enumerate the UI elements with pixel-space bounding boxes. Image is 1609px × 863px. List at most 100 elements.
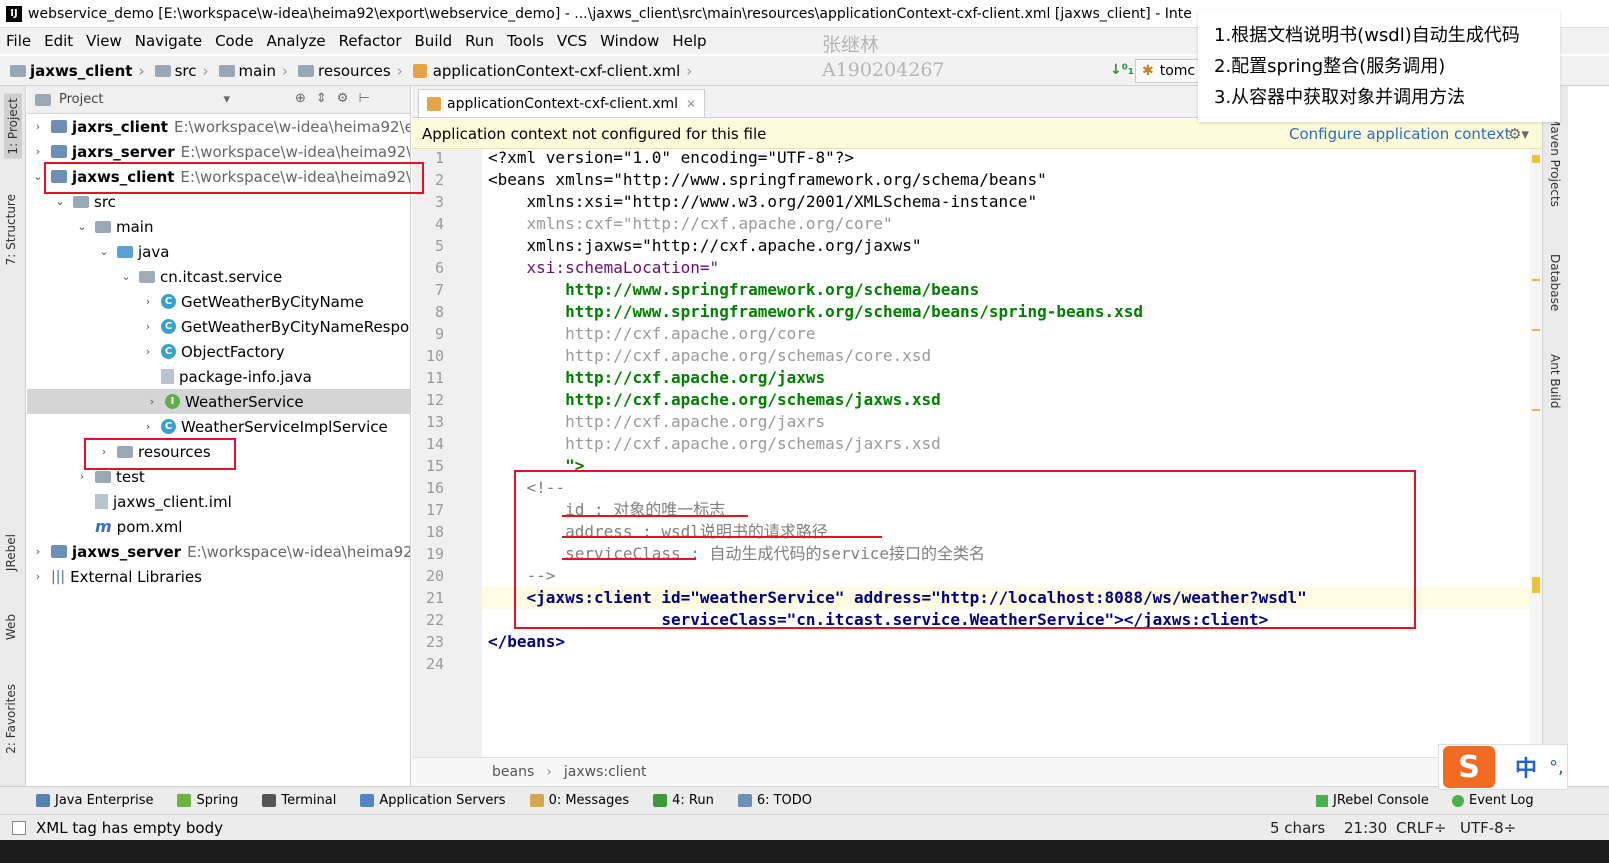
tool-application-servers[interactable]: Application Servers: [360, 793, 506, 808]
tool-terminal[interactable]: Terminal: [262, 793, 336, 808]
tool-run[interactable]: 4: Run: [653, 793, 714, 808]
status-toggle-icon[interactable]: [12, 820, 26, 835]
breadcrumb-beans[interactable]: beans: [492, 764, 534, 780]
note-1: 1.根据文档说明书(wsdl)自动生成代码: [1214, 25, 1520, 46]
tree-item-class[interactable]: › C ObjectFactory: [141, 339, 285, 364]
jrebel-icon: [1316, 794, 1328, 807]
tree-item-jaxws-server[interactable]: › jaxws_server E:\workspace\w-idea\heima92…: [31, 539, 410, 564]
project-icon: [35, 93, 51, 106]
chevron-down-icon[interactable]: ▾: [223, 92, 230, 107]
menu-analyze[interactable]: Analyze: [266, 32, 325, 50]
menu-window[interactable]: Window: [600, 32, 659, 50]
tree-item-file[interactable]: m pom.xml: [75, 514, 182, 539]
tab-maven-projects[interactable]: Maven Projects: [1548, 116, 1562, 207]
tab-database[interactable]: Database: [1548, 254, 1562, 311]
menu-build[interactable]: Build: [415, 32, 453, 50]
nav-crumb-module[interactable]: jaxws_client ›: [10, 62, 151, 80]
status-caret-position[interactable]: 21:30: [1344, 819, 1387, 837]
tree-item-class[interactable]: › C WeatherServiceImplService: [141, 414, 388, 439]
tree-item-package[interactable]: ⌄ cn.itcast.service: [119, 264, 282, 289]
tool-todo[interactable]: 6: TODO: [737, 793, 812, 808]
line-number: 21: [425, 589, 444, 607]
annotation-notes: 1.根据文档说明书(wsdl)自动生成代码 2.配置spring整合(服务调用)…: [1198, 10, 1560, 122]
tab-jrebel[interactable]: JRebel: [4, 534, 18, 571]
package-icon: [139, 270, 155, 283]
menu-refactor[interactable]: Refactor: [339, 32, 402, 50]
line-number: 7: [434, 281, 444, 299]
tree-item-jaxrs-client[interactable]: › jaxrs_client E:\workspace\w-idea\heima92…: [31, 114, 410, 139]
tool-windows-bar: Java Enterprise Spring Terminal Applicat…: [0, 786, 1609, 814]
note-2: 2.配置spring整合(服务调用): [1214, 56, 1446, 77]
underline-id: [562, 515, 748, 517]
line-number: 22: [425, 611, 444, 629]
menu-file[interactable]: File: [6, 32, 31, 50]
code-line: http://www.springframework.org/schema/be…: [488, 302, 1144, 321]
status-line-separator[interactable]: CRLF÷: [1396, 819, 1446, 837]
menu-edit[interactable]: Edit: [44, 32, 73, 50]
sort-icon[interactable]: ↓⁰₁: [1110, 62, 1134, 78]
tool-spring[interactable]: Spring: [177, 793, 238, 808]
gear-icon[interactable]: ⚙▾: [1508, 125, 1529, 143]
status-encoding[interactable]: UTF-8÷: [1460, 819, 1516, 837]
tool-jrebel-console[interactable]: JRebel Console: [1316, 793, 1429, 808]
line-number: 16: [425, 479, 444, 497]
tool-messages[interactable]: 0: Messages: [529, 793, 629, 808]
editor-scrollbar[interactable]: [1530, 149, 1542, 757]
project-header-label[interactable]: Project: [59, 92, 103, 107]
menu-help[interactable]: Help: [672, 32, 706, 50]
nav-crumb-main[interactable]: main ›: [218, 62, 294, 80]
menu-view[interactable]: View: [86, 32, 122, 50]
editor-tab-active[interactable]: applicationContext-cxf-client.xml ✕: [418, 89, 706, 117]
tool-java-enterprise[interactable]: Java Enterprise: [36, 793, 153, 808]
configure-context-link[interactable]: Configure application context: [1289, 125, 1511, 143]
code-editor[interactable]: <?xml version="1.0" encoding="UTF-8"?> <…: [482, 149, 1530, 757]
nav-crumb-file[interactable]: applicationContext-cxf-client.xml ›: [412, 62, 699, 80]
tab-web[interactable]: Web: [4, 614, 18, 640]
code-line: http://cxf.apache.org/jaxrs: [488, 412, 826, 431]
tree-item-file[interactable]: jaxws_client.iml: [75, 489, 232, 514]
ime-toolbar[interactable]: S 中 °,: [1438, 744, 1568, 790]
tree-item-interface-selected[interactable]: › I WeatherService: [27, 389, 410, 414]
menu-tools[interactable]: Tools: [507, 32, 544, 50]
tree-item-class[interactable]: › C GetWeatherByCityNameRespon: [141, 314, 410, 339]
taskbar-strip: [0, 840, 1609, 863]
tree-item-external-libraries[interactable]: › ||| External Libraries: [31, 564, 202, 589]
todo-icon: [737, 794, 752, 807]
tree-item-class[interactable]: › C GetWeatherByCityName: [141, 289, 364, 314]
tab-favorites[interactable]: 2: Favorites: [4, 684, 18, 754]
run-config-selector[interactable]: ✱ tomc: [1135, 59, 1203, 83]
close-icon[interactable]: ✕: [686, 97, 696, 111]
project-toolbar-icons[interactable]: ⊕⇕⚙⊢: [295, 91, 380, 106]
line-number: 20: [425, 567, 444, 585]
nav-crumb-src[interactable]: src ›: [154, 62, 215, 80]
menu-run[interactable]: Run: [465, 32, 494, 50]
line-number: 5: [434, 237, 444, 255]
tab-project[interactable]: 1: Project: [4, 94, 22, 159]
line-number: 4: [434, 215, 444, 233]
line-number: 17: [425, 501, 444, 519]
ime-punctuation-indicator[interactable]: °,: [1549, 757, 1564, 778]
tab-structure[interactable]: 7: Structure: [4, 194, 18, 265]
module-icon: [10, 64, 26, 77]
code-line: </beans>: [488, 632, 566, 651]
menu-code[interactable]: Code: [215, 32, 253, 50]
menu-vcs[interactable]: VCS: [557, 32, 587, 50]
left-tool-strip: 1: Project 7: Structure JRebel Web 2: Fa…: [0, 86, 26, 786]
tree-item-file[interactable]: package-info.java: [141, 364, 312, 389]
tab-ant-build[interactable]: Ant Build: [1548, 354, 1562, 408]
ime-language-indicator[interactable]: 中: [1515, 751, 1537, 783]
menu-navigate[interactable]: Navigate: [135, 32, 202, 50]
code-line: xmlns:jaxws="http://cxf.apache.org/jaxws…: [488, 236, 922, 255]
tree-item-java[interactable]: ⌄ java: [97, 239, 169, 264]
tree-item-main[interactable]: ⌄ main: [75, 214, 153, 239]
line-number: 8: [434, 303, 444, 321]
class-icon: C: [161, 319, 176, 334]
module-icon: [51, 120, 67, 133]
code-line: <beans xmlns="http://www.springframework…: [488, 170, 1047, 189]
editor-tab-label: applicationContext-cxf-client.xml: [447, 95, 679, 112]
tree-item-jaxrs-server[interactable]: › jaxrs_server E:\workspace\w-idea\heima92…: [31, 139, 410, 164]
module-icon: [51, 545, 67, 558]
nav-crumb-resources[interactable]: resources ›: [298, 62, 409, 80]
tool-event-log[interactable]: Event Log: [1452, 793, 1534, 808]
breadcrumb-jaxws-client[interactable]: jaxws:client: [564, 764, 647, 780]
